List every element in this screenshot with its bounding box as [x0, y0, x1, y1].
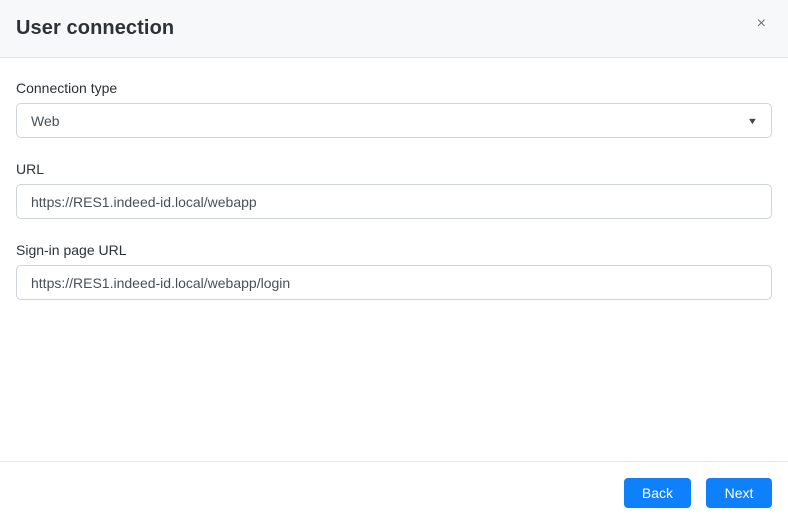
user-connection-dialog: User connection × Connection type Web ▼ … [0, 0, 788, 526]
signin-url-group: Sign-in page URL [16, 242, 772, 300]
connection-type-selected-value: Web [31, 112, 60, 129]
signin-url-input[interactable] [16, 265, 772, 300]
close-icon[interactable]: × [751, 12, 772, 36]
signin-url-label: Sign-in page URL [16, 242, 127, 258]
dialog-title: User connection [16, 17, 175, 39]
connection-type-group: Connection type Web ▼ [16, 80, 772, 138]
connection-type-select[interactable]: Web [16, 103, 772, 138]
connection-type-select-wrap: Web ▼ [16, 103, 772, 138]
dialog-footer: Back Next [0, 461, 788, 526]
dialog-header: User connection × [0, 0, 788, 58]
url-label: URL [16, 161, 45, 177]
next-button[interactable]: Next [706, 477, 772, 508]
url-input[interactable] [16, 184, 772, 219]
back-button[interactable]: Back [623, 477, 691, 508]
url-group: URL [16, 161, 772, 219]
dialog-body: Connection type Web ▼ URL Sign-in page U… [0, 58, 788, 461]
connection-type-label: Connection type [16, 80, 118, 96]
